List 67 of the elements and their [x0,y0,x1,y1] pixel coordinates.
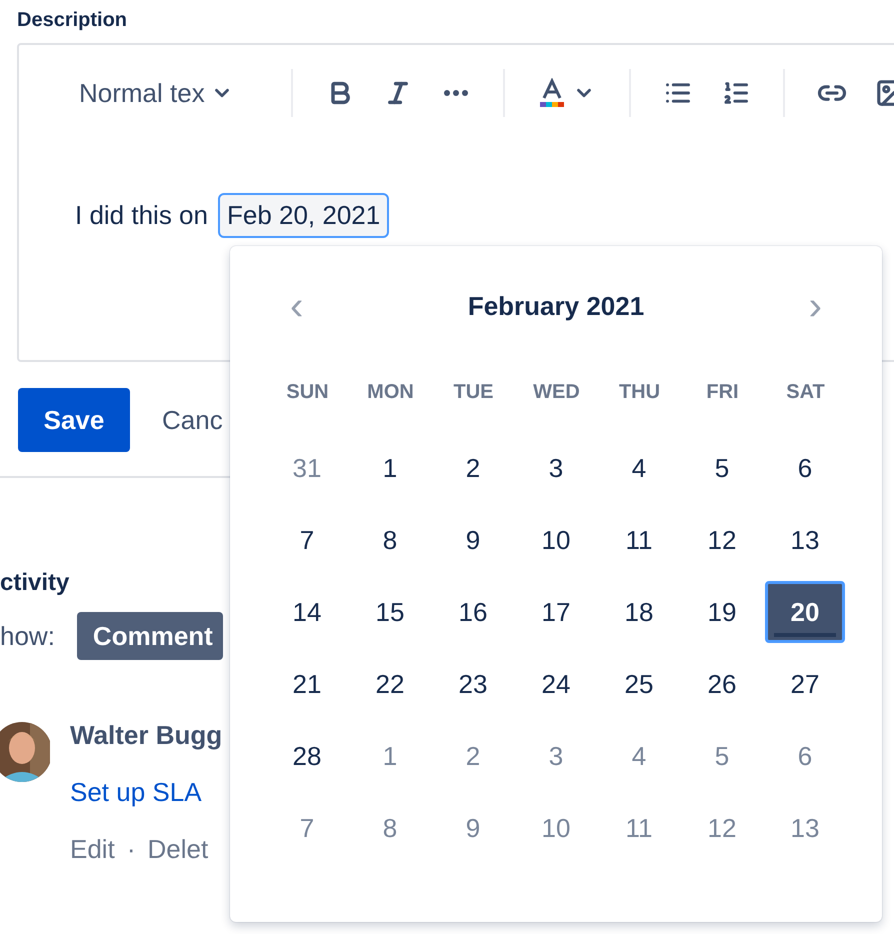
weekday-label: SAT [785,380,826,404]
calendar-day[interactable]: 19 [682,581,762,643]
calendar-day[interactable]: 16 [433,581,513,643]
calendar-day[interactable]: 13 [765,509,845,571]
weekday-label: MON [366,380,415,404]
show-label: how: [0,620,55,652]
weekday-label: FRI [705,380,740,404]
calendar-day[interactable]: 9 [433,797,513,859]
edit-link[interactable]: Edit [70,834,115,865]
filter-button[interactable]: Comment [76,612,223,660]
calendar-day[interactable]: 11 [599,509,679,571]
calendar-day[interactable]: 4 [599,725,679,787]
month-title: February 2021 [468,290,644,322]
calendar-day[interactable]: 22 [350,653,430,715]
calendar-day[interactable]: 3 [516,725,596,787]
save-button[interactable]: Save [18,388,130,452]
field-label: Description [17,8,128,33]
calendar-day[interactable]: 28 [267,725,347,787]
calendar-day[interactable]: 8 [350,509,430,571]
calendar-day[interactable]: 3 [516,437,596,499]
body-text: I did this on [75,200,208,231]
separator-dot: · [126,834,136,865]
calendar-day[interactable]: 10 [516,797,596,859]
calendar-day[interactable]: 31 [267,437,347,499]
numbered-list-icon [722,79,750,107]
calendar-day[interactable]: 1 [350,437,430,499]
calendar-day[interactable]: 6 [765,437,845,499]
weekday-label: WED [532,380,581,404]
calendar-day[interactable]: 2 [433,437,513,499]
calendar-day[interactable]: 4 [599,437,679,499]
calendar-day[interactable]: 24 [516,653,596,715]
section-heading: ctivity [0,568,70,598]
calendar-day[interactable]: 10 [516,509,596,571]
cancel-button[interactable]: Canc [162,404,223,436]
calendar-day[interactable]: 20 [765,581,845,643]
calendar-day[interactable]: 25 [599,653,679,715]
weekday-label: SUN [285,380,330,404]
calendar-day[interactable]: 17 [516,581,596,643]
comment-link[interactable]: Set up SLA [70,777,222,808]
calendar-day[interactable]: 2 [433,725,513,787]
weekday-label: TUE [452,380,494,404]
calendar-day[interactable]: 5 [682,725,762,787]
text-color-icon [538,78,565,108]
calendar-day[interactable]: 1 [350,725,430,787]
calendar-day[interactable]: 27 [765,653,845,715]
date-chip[interactable]: Feb 20, 2021 [218,193,390,238]
calendar-day[interactable]: 11 [599,797,679,859]
calendar-day[interactable]: 26 [682,653,762,715]
calendar-day[interactable]: 7 [267,509,347,571]
author-name: Walter Bugg [70,720,222,751]
calendar-day[interactable]: 14 [267,581,347,643]
calendar-day[interactable]: 8 [350,797,430,859]
calendar-day[interactable]: 13 [765,797,845,859]
calendar-day[interactable]: 18 [599,581,679,643]
calendar-day[interactable]: 5 [682,437,762,499]
more-icon [444,90,468,96]
calendar-day[interactable]: 21 [267,653,347,715]
text-style-dropdown[interactable]: Normal tex [79,78,233,108]
calendar-day[interactable]: 12 [682,509,762,571]
delete-link[interactable]: Delet [147,834,208,865]
calendar-day[interactable]: 9 [433,509,513,571]
calendar-day[interactable]: 6 [765,725,845,787]
calendar-day[interactable]: 15 [350,581,430,643]
calendar-day[interactable]: 23 [433,653,513,715]
calendar-day[interactable]: 12 [682,797,762,859]
calendar-day[interactable]: 7 [267,797,347,859]
weekday-label: THU [618,380,662,404]
